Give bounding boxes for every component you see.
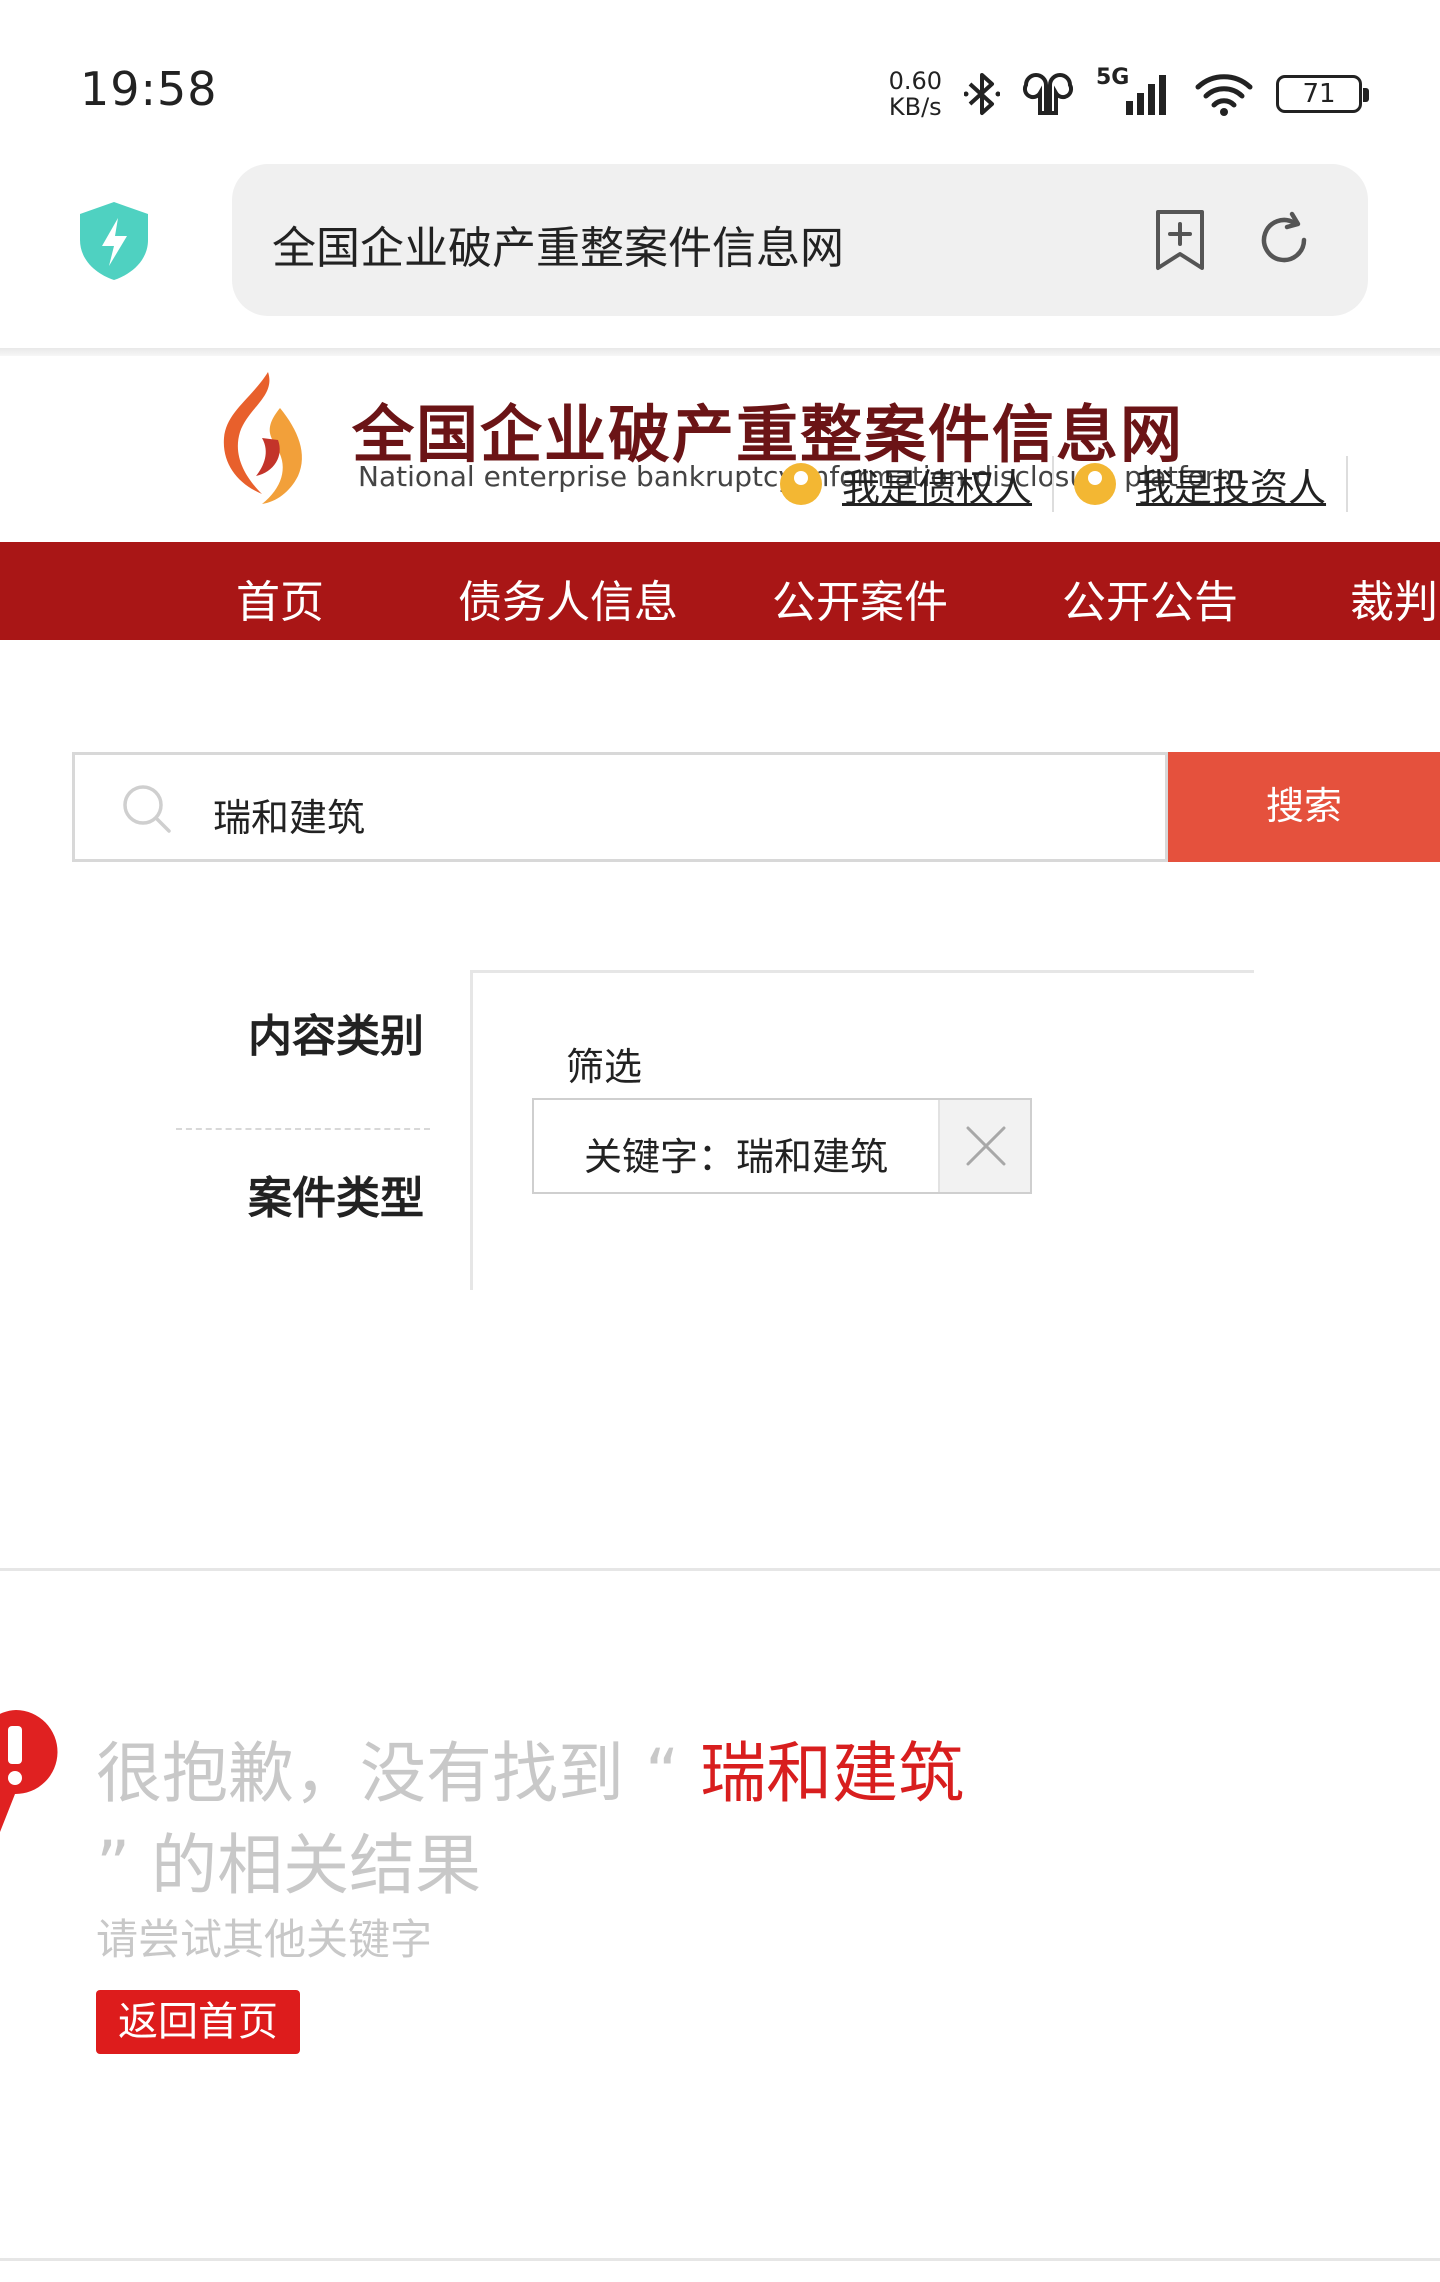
link-divider bbox=[1346, 456, 1349, 512]
nav-public-announcements[interactable]: 公开公告 bbox=[1062, 566, 1238, 630]
investor-icon bbox=[1074, 463, 1117, 505]
signal-icon bbox=[1126, 75, 1166, 115]
status-icons: 0.60 KB/s 5G 71 bbox=[889, 64, 1369, 124]
creditor-icon bbox=[780, 463, 822, 505]
wifi-icon bbox=[1195, 74, 1253, 116]
search-input-value: 瑞和建筑 bbox=[213, 796, 366, 840]
net-speed: 0.60 KB/s bbox=[889, 68, 942, 120]
net-speed-unit: KB/s bbox=[888, 93, 942, 121]
close-icon bbox=[966, 1126, 1006, 1166]
nav-debtor-info[interactable]: 债务人信息 bbox=[458, 566, 678, 630]
keyword-filter-tag: 关键字：瑞和建筑 bbox=[532, 1098, 1032, 1194]
main-nav: 首页 债务人信息 公开案件 公开公告 裁判 bbox=[0, 542, 1440, 640]
bluetooth-icon bbox=[964, 73, 1000, 115]
no-result-prefix: 很抱歉，没有找到 “ bbox=[96, 1735, 701, 1812]
search-input[interactable]: 瑞和建筑 bbox=[72, 752, 1168, 862]
earbuds-icon bbox=[1022, 73, 1074, 115]
site-header: 全国企业破产重整案件信息网 National enterprise bankru… bbox=[0, 356, 1440, 542]
filter-vertical-divider bbox=[470, 970, 473, 1290]
no-result-keyword: 瑞和建筑 bbox=[700, 1735, 965, 1812]
investor-link[interactable]: 我是投资人 bbox=[1136, 457, 1326, 512]
link-divider bbox=[1052, 456, 1055, 512]
status-bar: 19:58 0.60 KB/s 5G 71 bbox=[0, 0, 1440, 150]
user-links: 我是债权人 我是投资人 bbox=[780, 456, 1349, 512]
no-result-hint: 请尝试其他关键字 bbox=[96, 1915, 433, 1964]
alert-icon bbox=[0, 1710, 58, 1832]
nav-judgments[interactable]: 裁判 bbox=[1350, 566, 1438, 630]
shield-icon[interactable] bbox=[78, 200, 150, 282]
status-time: 19:58 bbox=[80, 62, 218, 116]
address-bar-text: 全国企业破产重整案件信息网 bbox=[272, 223, 844, 274]
nav-public-cases[interactable]: 公开案件 bbox=[772, 566, 948, 630]
net-speed-value: 0.60 bbox=[888, 67, 942, 95]
filter-divider bbox=[176, 1128, 430, 1130]
signal-strength: 5G bbox=[1096, 65, 1172, 117]
address-bar[interactable]: 全国企业破产重整案件信息网 bbox=[232, 164, 1368, 316]
site-logo-icon[interactable] bbox=[218, 368, 314, 508]
case-type-label[interactable]: 案件类型 bbox=[176, 1162, 472, 1226]
search-button[interactable]: 搜索 bbox=[1168, 752, 1440, 862]
search-icon bbox=[123, 785, 171, 833]
bottom-divider bbox=[0, 2258, 1440, 2261]
refresh-icon[interactable] bbox=[1254, 210, 1314, 270]
creditor-link[interactable]: 我是债权人 bbox=[842, 457, 1032, 512]
browser-toolbar: 全国企业破产重整案件信息网 bbox=[0, 150, 1440, 350]
add-bookmark-icon[interactable] bbox=[1150, 208, 1210, 272]
no-result-suffix: ” 的相关结果 bbox=[96, 1827, 482, 1904]
battery-indicator: 71 bbox=[1276, 75, 1369, 113]
no-result-message: 很抱歉，没有找到 “ 瑞和建筑 bbox=[96, 1720, 964, 1816]
section-divider bbox=[0, 1568, 1440, 1571]
filter-title: 筛选 bbox=[566, 1045, 643, 1089]
back-to-home-button[interactable]: 返回首页 bbox=[96, 1990, 300, 2054]
nav-home[interactable]: 首页 bbox=[236, 566, 324, 630]
remove-filter-button[interactable] bbox=[938, 1100, 1030, 1192]
filter-top-border bbox=[470, 970, 1254, 973]
content-type-label[interactable]: 内容类别 bbox=[176, 1000, 472, 1064]
keyword-filter-text: 关键字：瑞和建筑 bbox=[584, 1135, 889, 1179]
